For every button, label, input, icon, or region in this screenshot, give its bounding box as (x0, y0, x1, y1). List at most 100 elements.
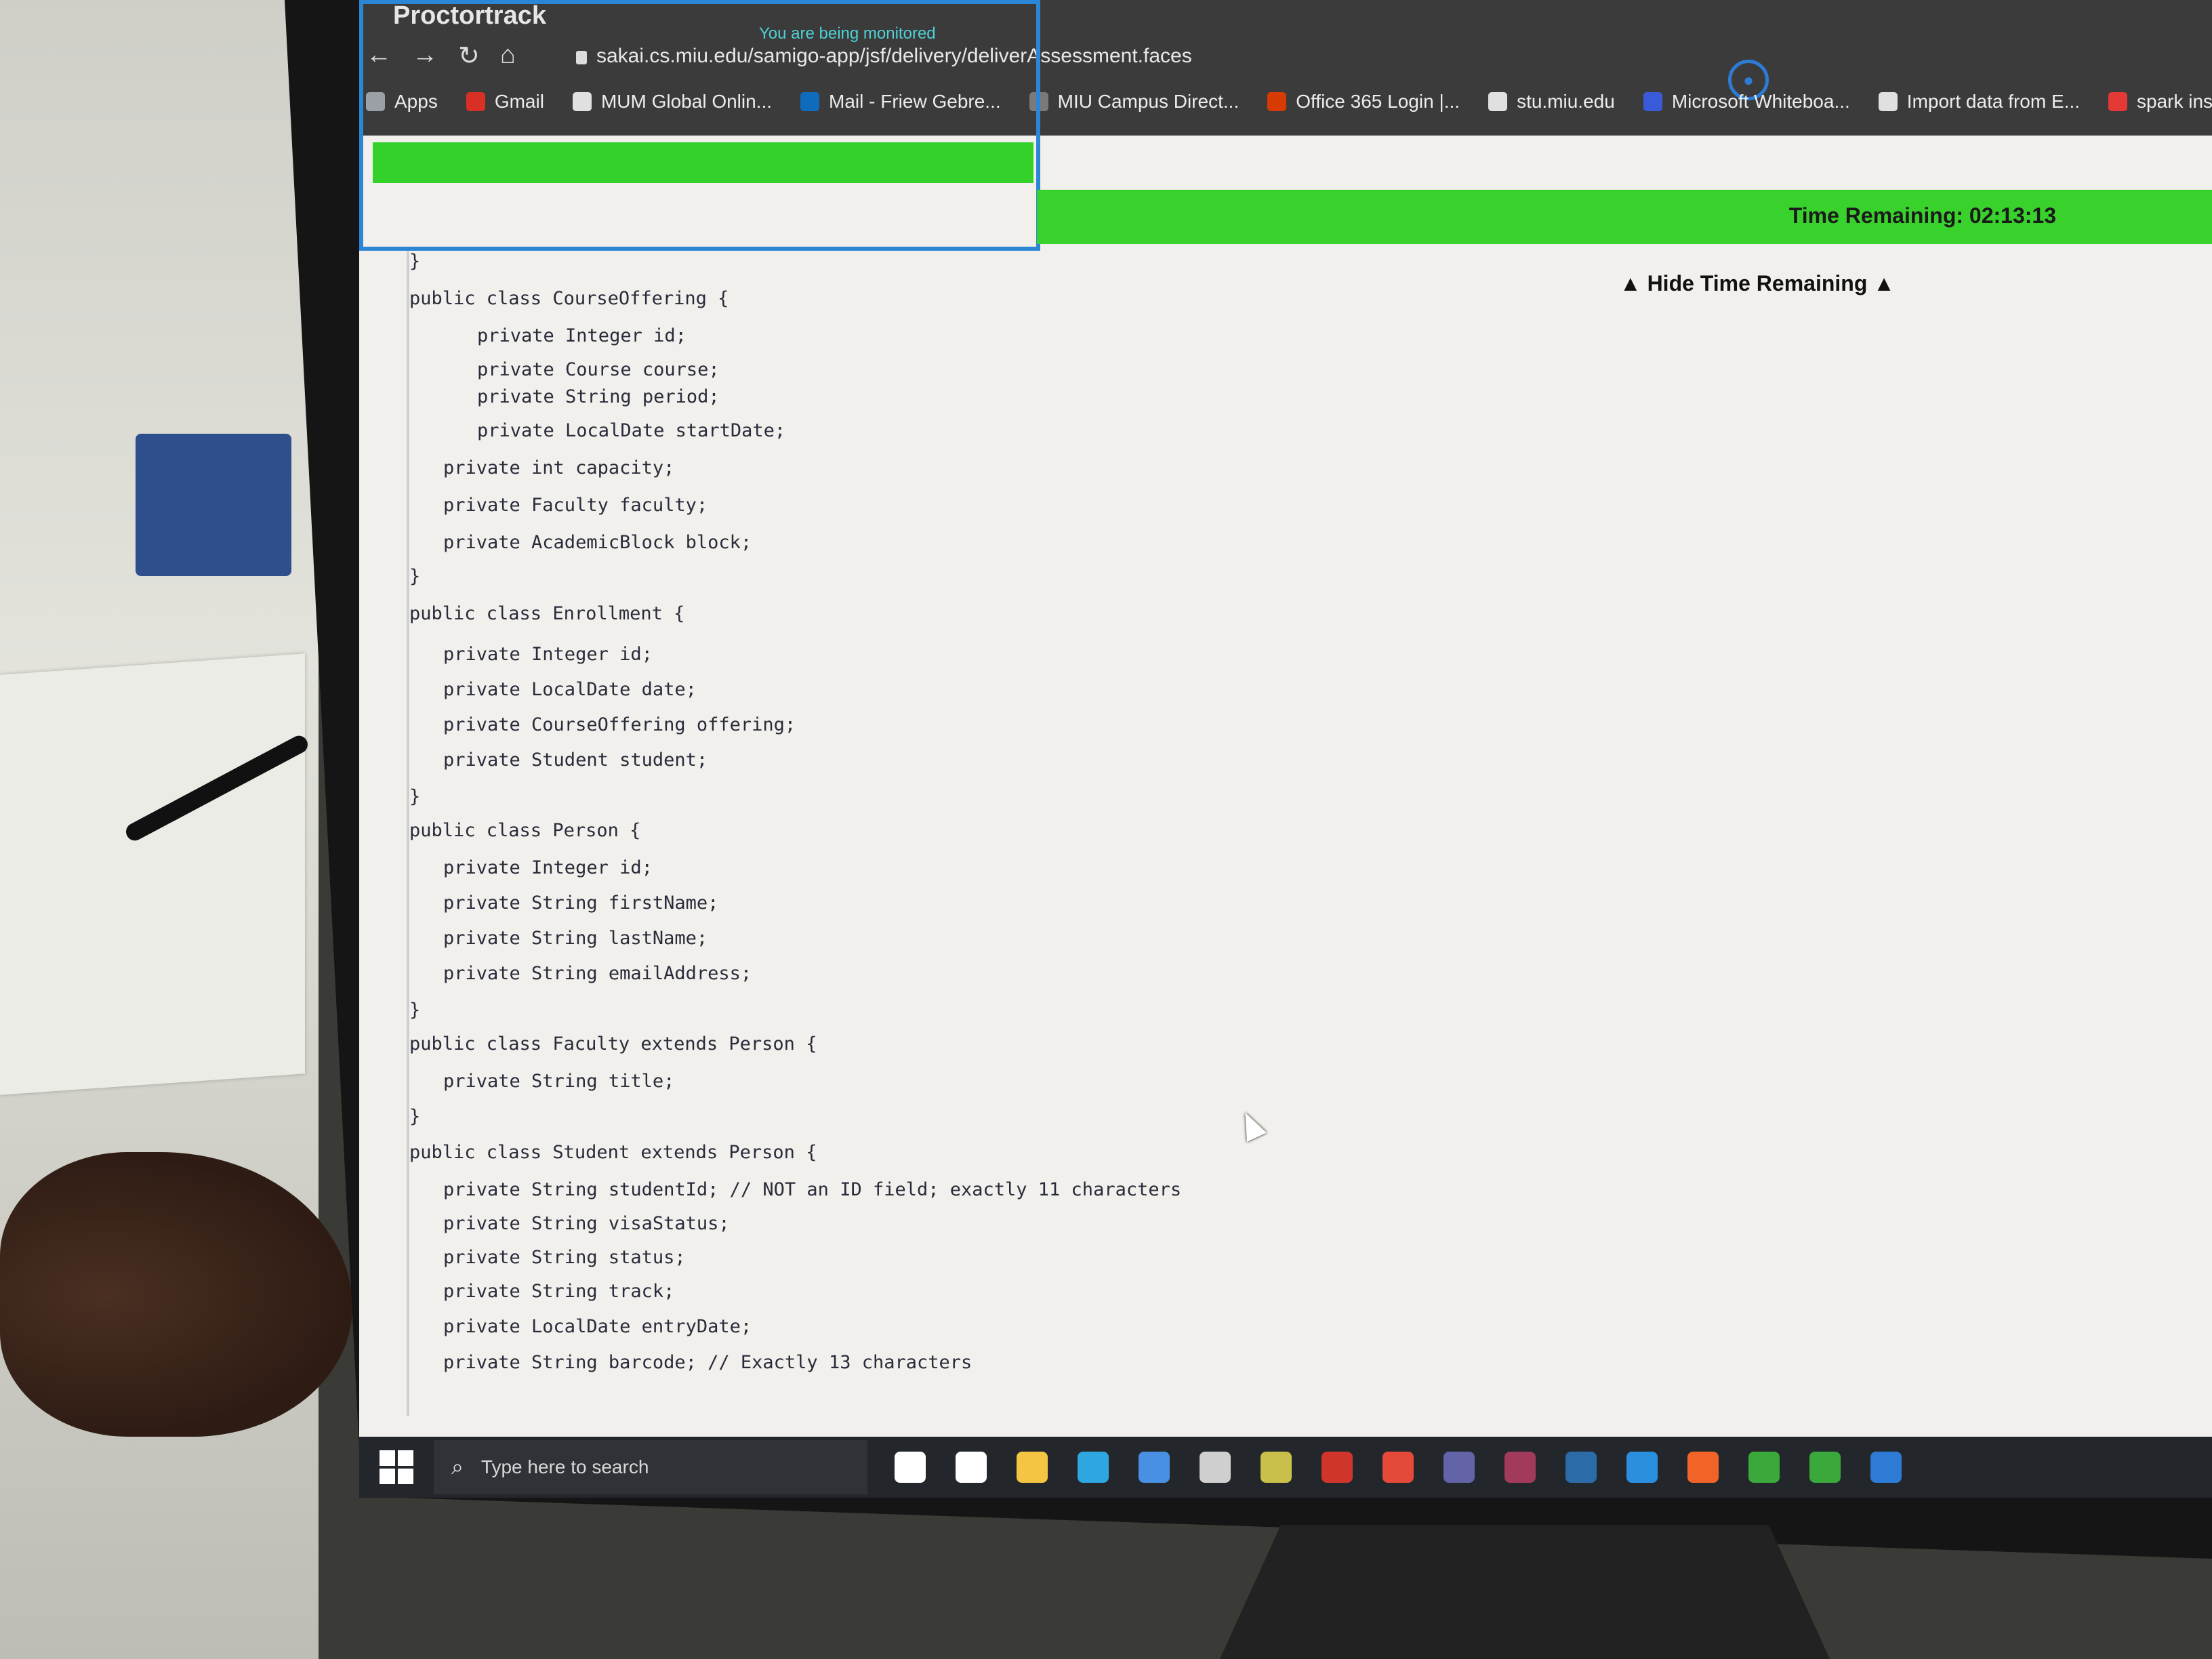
bookmark-icon (1643, 92, 1662, 111)
monitor-stand (1220, 1525, 1830, 1659)
code-line: private String lastName; (443, 928, 708, 949)
bookmark-label: Gmail (494, 91, 544, 112)
bookmark-item[interactable]: Office 365 Login |... (1267, 91, 1460, 112)
bookmark-icon (2108, 92, 2127, 111)
windows-start-icon[interactable] (380, 1450, 413, 1484)
code-line: private Student student; (443, 750, 708, 771)
code-line: } (409, 566, 421, 587)
store-icon[interactable] (1200, 1452, 1231, 1483)
code-line: } (409, 786, 421, 807)
time-remaining-bar: Time Remaining: 02:13:13 (1037, 190, 2212, 244)
code-line: private String title; (443, 1071, 675, 1092)
bookmark-item[interactable]: spark installation (2108, 91, 2212, 112)
bookmark-label: spark installation (2137, 91, 2212, 112)
bookmarks-bar: Apps Gmail MUM Global Onlin... Mail - Friew… (366, 81, 2212, 122)
monitored-notice: You are being monitored (759, 24, 936, 43)
browser-header: Proctortrack You are being monitored ← →… (359, 0, 2212, 136)
edge-icon[interactable] (1078, 1452, 1109, 1483)
code-line: private String status; (443, 1247, 686, 1268)
code-line: private String firstName; (443, 893, 719, 914)
back-icon[interactable]: ← (366, 41, 392, 71)
lock-icon (576, 51, 587, 64)
bookmark-label: Office 365 Login |... (1296, 91, 1460, 112)
bookmark-item[interactable]: Import data from E... (1878, 91, 2080, 112)
code-line: public class Student extends Person { (409, 1142, 817, 1163)
code-line: private String emailAddress; (443, 963, 752, 984)
bookmark-label: Import data from E... (1906, 91, 2080, 112)
mail-icon[interactable] (1139, 1452, 1170, 1483)
home-icon[interactable]: ⌂ (500, 41, 516, 71)
code-line: private Faculty faculty; (443, 495, 708, 516)
bookmark-label: MIU Campus Direct... (1057, 91, 1240, 112)
screen: Proctortrack You are being monitored ← →… (359, 0, 2212, 1498)
bookmark-item[interactable]: MUM Global Onlin... (572, 91, 773, 112)
code-line: private Course course; (477, 359, 720, 380)
code-line: private Integer id; (443, 644, 653, 665)
bookmark-item[interactable]: stu.miu.edu (1488, 91, 1615, 112)
app-icon[interactable] (1261, 1452, 1292, 1483)
pinned-apps (895, 1452, 1902, 1483)
bookmark-label: Microsoft Whiteboa... (1671, 91, 1850, 112)
code-line: private String track; (443, 1281, 675, 1302)
code-line: private LocalDate date; (443, 679, 697, 700)
search-icon: ⌕ (451, 1454, 464, 1479)
code-line: } (409, 1106, 421, 1127)
code-line: private int capacity; (443, 457, 675, 478)
code-line: private Integer id; (477, 325, 687, 346)
bookmark-label: stu.miu.edu (1517, 91, 1615, 112)
taskbar-search[interactable]: ⌕ Type here to search (434, 1440, 867, 1494)
app-icon[interactable] (1504, 1452, 1536, 1483)
bookmark-item[interactable]: Microsoft Whiteboa... (1643, 91, 1850, 112)
bookmark-icon (366, 92, 385, 111)
bookmark-icon (1878, 92, 1898, 111)
app-icon[interactable] (1322, 1452, 1353, 1483)
teams-icon[interactable] (1443, 1452, 1475, 1483)
bookmark-label: MUM Global Onlin... (600, 91, 773, 112)
binder (136, 434, 291, 576)
code-line: private String period; (477, 386, 720, 407)
chrome-icon[interactable] (1382, 1452, 1414, 1483)
app-icon[interactable] (1809, 1452, 1841, 1483)
code-line: private CourseOffering offering; (443, 714, 796, 735)
bookmark-icon (1488, 92, 1508, 111)
reload-icon[interactable]: ↻ (458, 41, 480, 71)
code-line: public class Faculty extends Person { (409, 1033, 817, 1054)
code-line: } (409, 1000, 421, 1021)
bookmark-item[interactable]: MIU Campus Direct... (1029, 91, 1240, 112)
proctortrack-progress-strip (373, 142, 1033, 183)
file-explorer-icon[interactable] (1017, 1452, 1048, 1483)
code-line: public class Enrollment { (409, 603, 685, 624)
app-icon[interactable] (1565, 1452, 1597, 1483)
search-placeholder: Type here to search (480, 1456, 649, 1477)
app-icon[interactable] (1687, 1452, 1719, 1483)
bookmark-icon (1029, 92, 1048, 111)
code-line: private Integer id; (443, 857, 653, 878)
question-code-block: } public class CourseOffering { private In… (407, 251, 1694, 1416)
code-line: private String visaStatus; (443, 1213, 730, 1234)
vscode-icon[interactable] (1626, 1452, 1658, 1483)
code-line: private String barcode; // Exactly 13 ch… (443, 1352, 972, 1373)
code-line: private LocalDate startDate; (477, 420, 786, 441)
code-line: private LocalDate entryDate; (443, 1316, 752, 1337)
nav-buttons: ← → ↻ ⌂ (366, 41, 516, 71)
code-line: public class CourseOffering { (409, 288, 729, 309)
code-line: public class Person { (409, 820, 641, 841)
taskbar: ⌕ Type here to search (359, 1437, 2212, 1498)
bookmark-icon (1267, 92, 1287, 111)
cortana-icon[interactable] (895, 1452, 926, 1483)
forward-icon[interactable]: → (412, 41, 438, 71)
code-line: private AcademicBlock block; (443, 532, 752, 553)
proctortrack-title: Proctortrack (393, 1, 546, 30)
bookmark-icon (466, 92, 485, 111)
bookmark-item[interactable]: Gmail (466, 91, 544, 112)
bookmark-item[interactable]: Apps (366, 91, 438, 112)
code-line: private String studentId; // NOT an ID f… (443, 1179, 1182, 1200)
app-icon[interactable] (1748, 1452, 1780, 1483)
bookmark-icon (572, 92, 592, 111)
code-line: } (409, 251, 421, 272)
bookmark-label: Apps (394, 91, 438, 112)
task-view-icon[interactable] (956, 1452, 987, 1483)
address-bar[interactable]: sakai.cs.miu.edu/samigo-app/jsf/delivery… (596, 45, 1192, 68)
bookmark-item[interactable]: Mail - Friew Gebre... (800, 91, 1001, 112)
proctortrack-icon[interactable] (1870, 1452, 1902, 1483)
